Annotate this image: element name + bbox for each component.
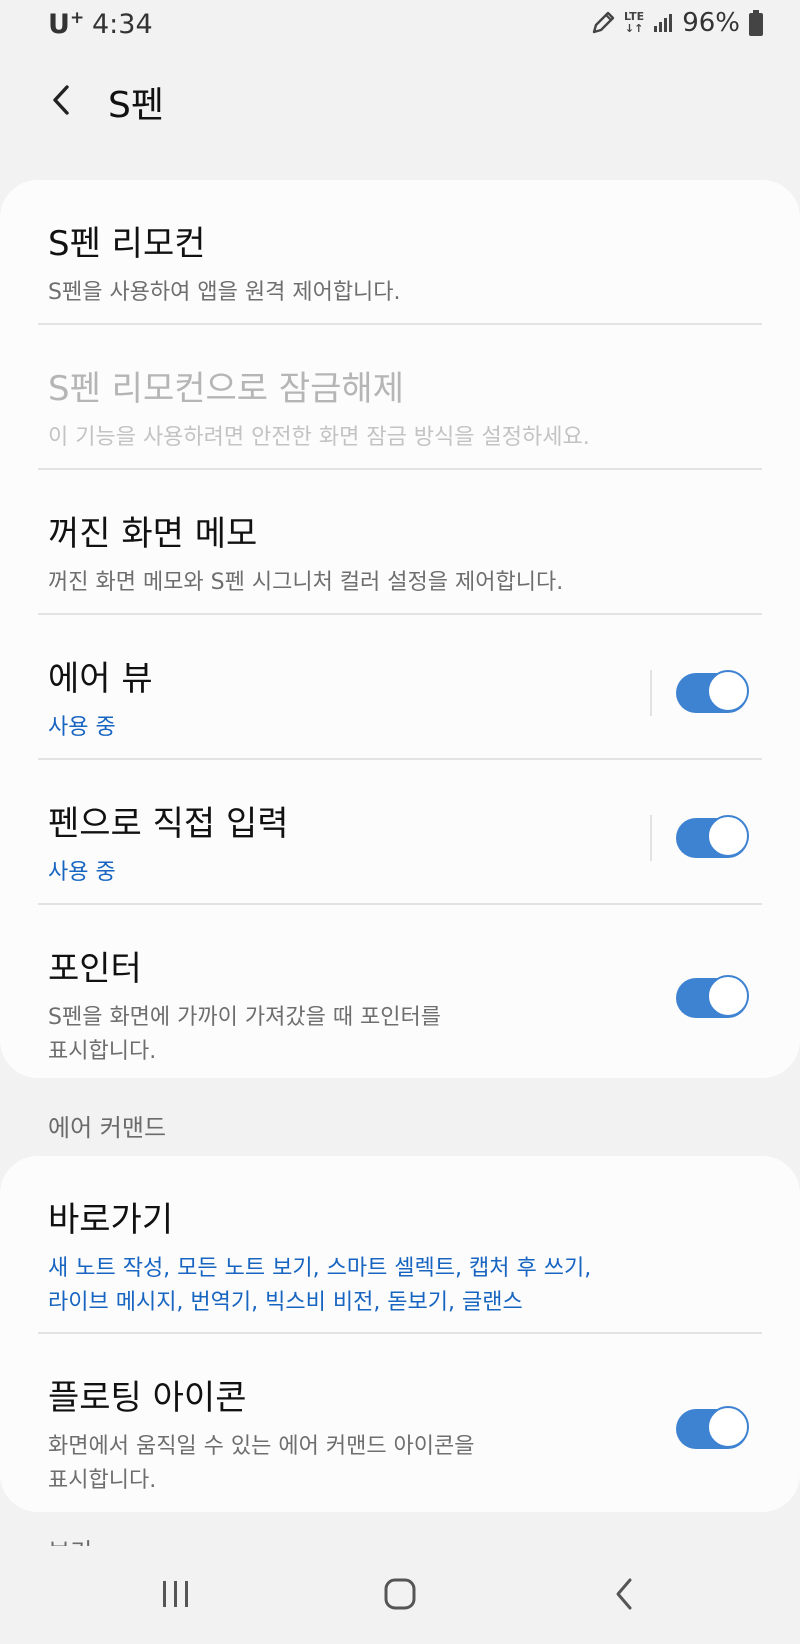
s-pen-remote-unlock-item[interactable]: S펜 리모컨으로 잠금해제 이 기능을 사용하려면 안전한 화면 잠금 방식을 …	[48, 345, 760, 463]
floating-icon-toggle[interactable]	[676, 1406, 749, 1449]
toggle-knob	[707, 1406, 749, 1448]
pointer-toggle[interactable]	[676, 975, 749, 1018]
floating-icon-item[interactable]: 플로팅 아이콘 화면에서 움직일 수 있는 에어 커맨드 아이콘을 표시합니다.	[48, 1354, 760, 1504]
divider	[38, 758, 762, 760]
app-header: S펜	[0, 60, 800, 140]
status-bar: U+ 4:34 LTE ↓↑ 96%	[0, 0, 800, 50]
item-subtitle: 꺼진 화면 메모와 S펜 시그니처 컬러 설정을 제어합니다.	[48, 570, 564, 595]
section-header-partial: 보기	[48, 1532, 92, 1546]
item-title: S펜 리모컨	[48, 224, 206, 264]
item-title: 에어 뷰	[48, 659, 153, 699]
toggle-knob	[707, 975, 749, 1017]
direct-pen-input-item[interactable]: 펜으로 직접 입력 사용 중	[48, 780, 648, 898]
divider	[38, 903, 762, 905]
air-view-toggle[interactable]	[676, 670, 749, 713]
back-button[interactable]	[40, 78, 84, 122]
status-time: 4:34	[92, 9, 153, 40]
back-icon	[616, 1578, 632, 1610]
vertical-divider	[650, 815, 652, 861]
air-view-item[interactable]: 에어 뷰 사용 중	[48, 635, 648, 753]
toggle-knob	[707, 670, 749, 712]
toggle-knob	[707, 815, 749, 857]
lte-icon: LTE ↓↑	[623, 10, 645, 35]
recent-apps-button[interactable]	[146, 1566, 206, 1622]
item-title: 플로팅 아이콘	[48, 1378, 247, 1418]
item-title: 포인터	[48, 949, 142, 989]
shortcuts-item[interactable]: 바로가기 새 노트 작성, 모든 노트 보기, 스마트 셀렉트, 캡처 후 쓰기…	[48, 1176, 760, 1326]
item-title: 바로가기	[48, 1200, 174, 1240]
item-status: 사용 중	[48, 860, 116, 885]
item-subtitle: S펜을 화면에 가까이 가져갔을 때 포인터를 표시합니다.	[48, 1005, 442, 1064]
item-title: 꺼진 화면 메모	[48, 514, 258, 554]
pen-icon	[592, 11, 615, 34]
navigation-bar	[0, 1546, 800, 1644]
divider	[38, 323, 762, 325]
home-button[interactable]	[370, 1566, 430, 1622]
s-pen-remote-item[interactable]: S펜 리모컨 S펜을 사용하여 앱을 원격 제어합니다.	[48, 200, 760, 318]
section-header-air-command: 에어 커맨드	[48, 1114, 167, 1142]
item-status: 사용 중	[48, 715, 116, 740]
item-title: 펜으로 직접 입력	[48, 804, 289, 844]
carrier-label: U+	[48, 8, 85, 40]
recent-apps-icon	[163, 1581, 188, 1607]
battery-percent: 96%	[682, 8, 740, 38]
settings-card-air-command: 바로가기 새 노트 작성, 모든 노트 보기, 스마트 셀렉트, 캡처 후 쓰기…	[0, 1156, 800, 1512]
battery-icon	[749, 10, 763, 36]
pointer-item[interactable]: 포인터 S펜을 화면에 가까이 가져갔을 때 포인터를 표시합니다.	[48, 925, 760, 1075]
screen-off-memo-item[interactable]: 꺼진 화면 메모 꺼진 화면 메모와 S펜 시그니처 컬러 설정을 제어합니다.	[48, 490, 760, 608]
status-icons: LTE ↓↑ 96%	[590, 8, 764, 38]
divider	[38, 613, 762, 615]
item-subtitle: 화면에서 움직일 수 있는 에어 커맨드 아이콘을 표시합니다.	[48, 1434, 475, 1493]
vertical-divider	[650, 670, 652, 716]
settings-card-main: S펜 리모컨 S펜을 사용하여 앱을 원격 제어합니다. S펜 리모컨으로 잠금…	[0, 180, 800, 1078]
chevron-left-icon	[53, 85, 69, 115]
divider	[38, 468, 762, 470]
home-icon	[384, 1578, 416, 1610]
back-nav-button[interactable]	[594, 1566, 654, 1622]
item-title: S펜 리모컨으로 잠금해제	[48, 369, 404, 409]
page-title: S펜	[108, 85, 164, 126]
item-subtitle: S펜을 사용하여 앱을 원격 제어합니다.	[48, 280, 401, 305]
divider	[38, 1332, 762, 1334]
item-subtitle: 새 노트 작성, 모든 노트 보기, 스마트 셀렉트, 캡처 후 쓰기, 라이브…	[48, 1256, 592, 1315]
item-subtitle: 이 기능을 사용하려면 안전한 화면 잠금 방식을 설정하세요.	[48, 425, 590, 450]
direct-pen-input-toggle[interactable]	[676, 815, 749, 858]
signal-icon	[654, 14, 673, 32]
